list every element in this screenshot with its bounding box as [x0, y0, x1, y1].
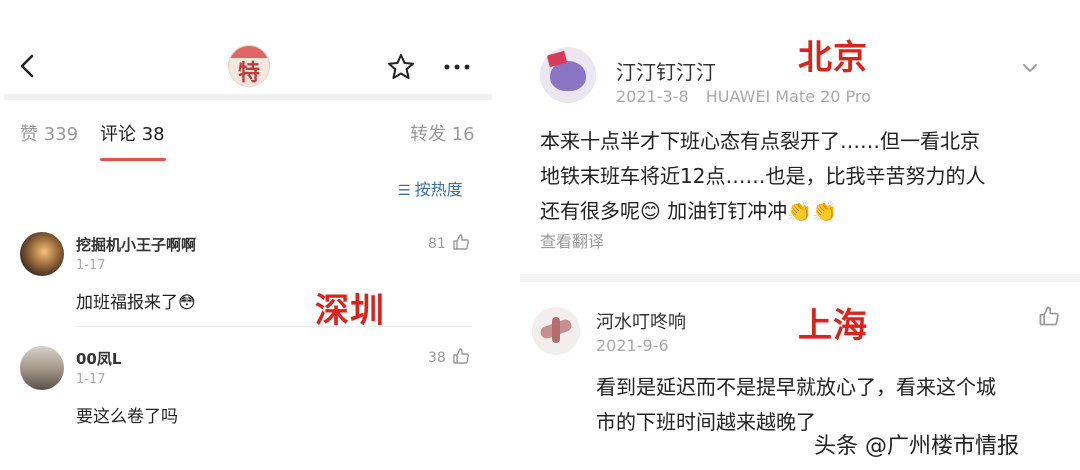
- comment-divider: [76, 326, 472, 327]
- clap-emoji: 👏👏: [787, 199, 838, 223]
- post-author[interactable]: 汀汀钉汀汀: [616, 56, 716, 85]
- post-line-text: 加油钉钉冲冲: [667, 199, 788, 223]
- back-arrow-icon[interactable]: [16, 46, 40, 86]
- like-button[interactable]: 81: [428, 233, 470, 252]
- comment-author[interactable]: 挖掘机小王子啊啊: [76, 234, 196, 255]
- right-screenshot: 汀汀钉汀汀 2021-3-8 HUAWEI Mate 20 Pro 北京 本来十…: [520, 0, 1080, 470]
- avatar[interactable]: [20, 346, 64, 390]
- translate-link[interactable]: 查看翻译: [540, 228, 604, 252]
- comment-text: 加班福报来了😳: [76, 288, 196, 313]
- city-tag-beijing: 北京: [798, 38, 868, 78]
- post-body: 本来十点半才下班心态有点裂开了……但一看北京 地铁末班车将近12点……也是，比我…: [540, 124, 1070, 229]
- thumbs-up-icon[interactable]: [1038, 305, 1060, 327]
- active-tab-indicator: [100, 158, 166, 161]
- comment-date: 1-17: [76, 258, 106, 273]
- avatar[interactable]: [20, 232, 64, 276]
- comment-date: 1-17: [76, 372, 106, 387]
- post-meta: 2021-3-8 HUAWEI Mate 20 Pro: [616, 87, 871, 106]
- like-count: 38: [428, 350, 446, 366]
- avatar[interactable]: [540, 47, 596, 103]
- comment-date: 2021-9-6: [596, 336, 669, 355]
- city-tag-shenzhen: 深圳: [315, 291, 385, 331]
- left-screenshot: 特 赞 339 评论 38 转发 16 ☰ 按热度 挖掘机小王子啊啊 1-17 8…: [0, 0, 500, 470]
- tab-likes[interactable]: 赞 339: [20, 120, 78, 146]
- thumbs-up-icon: [453, 348, 470, 364]
- account-avatar[interactable]: 特: [228, 45, 270, 87]
- post-line: 本来十点半才下班心态有点裂开了……但一看北京: [540, 129, 980, 153]
- watermark: 头条 @广州楼市情报: [814, 434, 1019, 459]
- post-line-text: 还有很多呢: [540, 199, 640, 223]
- avatar-char: 特: [238, 60, 261, 86]
- tab-reposts[interactable]: 转发 16: [410, 120, 475, 146]
- like-count: 81: [428, 236, 446, 252]
- like-button[interactable]: 38: [428, 347, 470, 366]
- sort-label: 按热度: [414, 180, 463, 199]
- comment-line: 看到是延迟而不是提早就放心了，看来这个城: [596, 375, 996, 399]
- smile-emoji: 😊: [640, 199, 661, 223]
- sort-icon: ☰: [398, 183, 411, 199]
- flushed-emoji: 😳: [178, 293, 196, 313]
- post-line: 地铁末班车将近12点……也是，比我辛苦努力的人: [540, 164, 986, 188]
- header-divider: [4, 94, 492, 100]
- comment-author[interactable]: 00凤L: [76, 348, 121, 369]
- comment-text: 要这么卷了吗: [76, 407, 178, 427]
- comment-text-content: 加班福报来了: [76, 293, 178, 313]
- post-date: 2021-3-8: [616, 87, 689, 106]
- section-divider: [520, 274, 1080, 282]
- thumbs-up-icon: [453, 234, 470, 250]
- more-icon[interactable]: [442, 52, 472, 82]
- star-icon[interactable]: [386, 52, 416, 82]
- post-device: HUAWEI Mate 20 Pro: [705, 87, 871, 106]
- sort-button[interactable]: ☰ 按热度: [398, 176, 463, 200]
- avatar[interactable]: [532, 307, 580, 355]
- tab-comments[interactable]: 评论 38: [100, 120, 165, 146]
- post-line: 还有很多呢😊 加油钉钉冲冲👏👏: [540, 194, 1070, 229]
- chevron-down-icon[interactable]: [1020, 60, 1040, 76]
- comment-author[interactable]: 河水叮咚响: [596, 308, 686, 334]
- city-tag-shanghai: 上海: [798, 306, 868, 346]
